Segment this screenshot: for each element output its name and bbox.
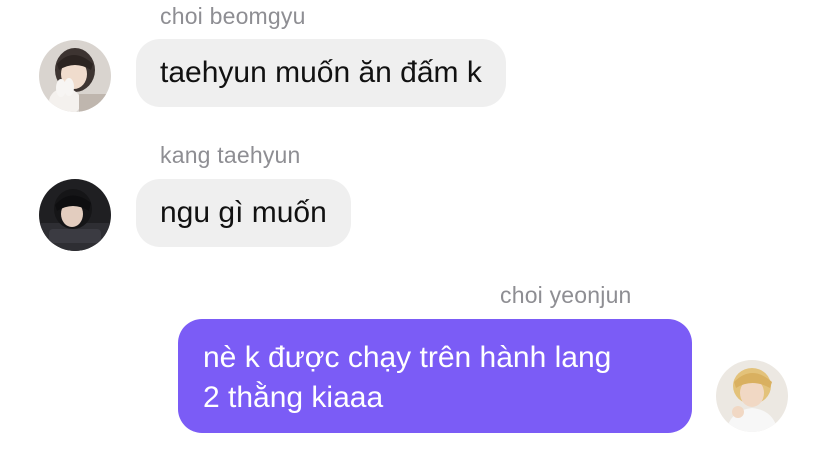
user-avatar-icon xyxy=(716,360,788,432)
avatar-beomgyu[interactable] xyxy=(39,40,111,112)
sender-name-yeonjun: choi yeonjun xyxy=(500,282,632,308)
sender-name-beomgyu: choi beomgyu xyxy=(160,3,306,29)
avatar-yeonjun[interactable] xyxy=(716,360,788,432)
user-avatar-icon xyxy=(39,40,111,112)
message-text: ngu gì muốn xyxy=(160,196,327,229)
message-text-line: nè k được chạy trên hành lang xyxy=(203,341,612,374)
message-bubble-outgoing[interactable]: nè k được chạy trên hành lang 2 thằng ki… xyxy=(178,319,692,433)
chat-screen: choi beomgyu taehyun muốn ăn đấm k kang … xyxy=(0,0,828,457)
message-text: taehyun muốn ăn đấm k xyxy=(160,56,482,89)
message-bubble-incoming[interactable]: ngu gì muốn xyxy=(136,179,351,247)
avatar-taehyun[interactable] xyxy=(39,179,111,251)
message-text-line: 2 thằng kiaaa xyxy=(203,381,384,414)
message-bubble-incoming[interactable]: taehyun muốn ăn đấm k xyxy=(136,39,506,107)
sender-name-taehyun: kang taehyun xyxy=(160,142,301,168)
user-avatar-icon xyxy=(39,179,111,251)
